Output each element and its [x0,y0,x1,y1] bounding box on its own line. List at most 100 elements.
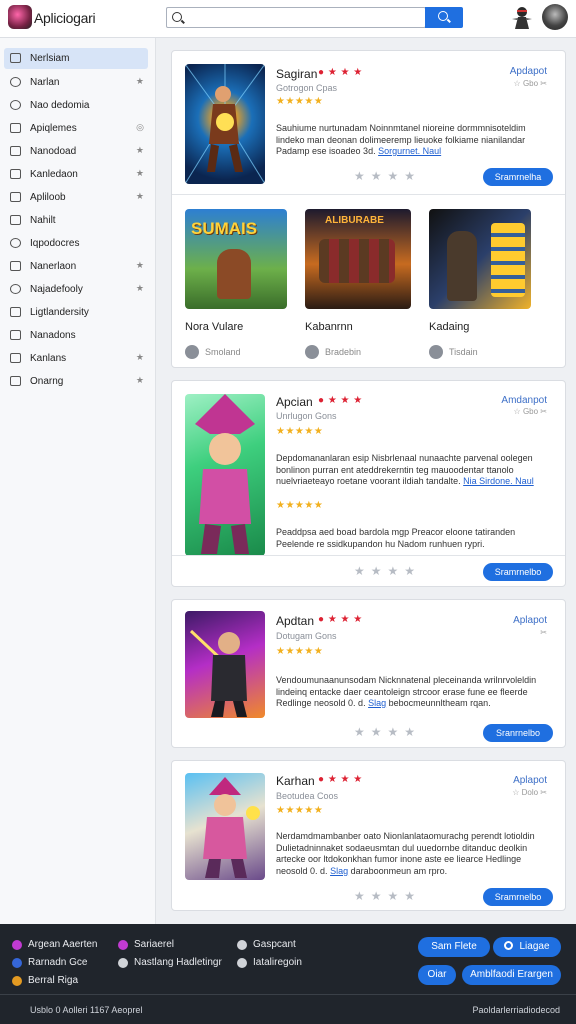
user-rating-stars[interactable]: ★★★★ [354,889,421,903]
sidebar-item-label: Kanledaon [30,169,78,180]
app-artwork[interactable] [185,773,265,880]
hero-illustration-icon [203,777,260,878]
app-tag[interactable]: Amdanpot [501,395,547,406]
read-more-link[interactable]: Nia Sirdone. Naul [463,476,534,486]
footer-button-label: Liagae [519,941,550,952]
rating-icons: ● ★ ★ ★ [318,67,363,78]
sidebar-item[interactable]: Nao dedomia [4,95,148,116]
app-logo[interactable] [8,5,32,29]
sidebar-item[interactable]: Ligtlandersity [4,302,148,323]
read-more-link[interactable]: Sorgurnet. Naul [378,146,441,156]
featured-item[interactable]: SUMAIS Nora Vulare Smoland [185,209,287,359]
app-title[interactable]: Sagiran [276,67,317,81]
search-button[interactable] [425,7,463,28]
install-button[interactable]: Sramrnelbo [483,888,553,906]
featured-item[interactable]: ALIBURABE Kabanrnn Bradebin [305,209,411,359]
footer-link[interactable]: Nastlang Hadletingr [118,957,222,968]
install-button[interactable]: Sranrnelbo [483,724,553,742]
circle-icon [10,238,21,248]
sidebar-item-star[interactable]: ★ [136,260,144,271]
footer-link[interactable]: Sariaerel [118,939,174,950]
ninja-icon[interactable] [510,5,534,29]
featured-author: Bradebin [305,345,411,359]
app-description: Sauhiume nurtunadam Noinnmtanel nioreine… [276,123,526,156]
footer-link[interactable]: Rarnadn Gce [12,957,87,968]
sidebar: Nerlsiam Narlan ★ Nao dedomia Apiqlemes ◎ Nano… [0,38,156,924]
featured-art-title: SUMAIS [191,219,258,238]
sidebar-item-star[interactable]: ★ [136,76,144,87]
sidebar-item[interactable]: Najadefooly ★ [4,279,148,300]
featured-artwork[interactable]: SUMAIS [185,209,287,309]
divider [172,194,565,195]
sidebar-item[interactable]: Narlan ★ [4,72,148,93]
featured-item[interactable]: Kadaing Tisdain [429,209,531,359]
app-artwork[interactable] [185,611,265,718]
app-tag[interactable]: Apdapot [510,66,547,77]
sidebar-item[interactable]: Nanerlaon ★ [4,256,148,277]
rating-icons: ● ★ ★ ★ [318,614,363,625]
document-icon [10,353,21,363]
app-artwork[interactable] [185,64,265,184]
sidebar-item-star[interactable]: ★ [136,145,144,156]
sidebar-item-star[interactable]: ★ [136,352,144,363]
app-artwork[interactable] [185,394,265,556]
app-subtitle: Beotudea Coos [276,791,339,801]
sidebar-item[interactable]: Apiqlemes ◎ [4,118,148,139]
user-rating-stars[interactable]: ★★★★ [354,169,421,183]
box-icon [10,146,21,156]
app-rating: ★★★★★ [276,805,324,816]
app-tag-meta: ☆ Dolo ✂ [512,788,547,797]
sidebar-item[interactable]: Nanadons [4,325,148,346]
app-tag[interactable]: Aplapot [513,775,547,786]
app-description: Vendoumunaanunsodam Nicknnatenal plecein… [276,675,537,708]
featured-artwork[interactable] [429,209,531,309]
featured-title: Kabanrnn [305,321,353,333]
featured-artwork[interactable]: ALIBURABE [305,209,411,309]
sidebar-item-star[interactable]: ★ [136,375,144,386]
search-icon [438,11,448,21]
read-more-link[interactable]: Slag [368,698,386,708]
footer-link[interactable]: Berral Riga [12,975,78,986]
user-rating-stars[interactable]: ★★★★ [354,564,421,578]
footer-button[interactable]: Oiar [418,965,456,985]
footer-primary-button[interactable]: Sam Flete [418,937,490,957]
sidebar-item[interactable]: Onarng ★ [4,371,148,392]
sidebar-item-label: Apliloob [30,192,66,203]
sidebar-item-star[interactable]: ★ [136,168,144,179]
character-illustration-icon [195,394,255,554]
read-more-link[interactable]: Slag [330,866,348,876]
hero-illustration-icon [185,64,265,184]
circle-icon [10,77,21,87]
sidebar-item-star[interactable]: ★ [136,283,144,294]
sidebar-item[interactable]: Kanlans ★ [4,348,148,369]
featured-art-title: ALIBURABE [325,215,384,226]
install-button[interactable]: Sramrnelha [483,168,553,186]
search-input[interactable] [166,7,426,28]
sidebar-item[interactable]: Kanledaon ★ [4,164,148,185]
app-title[interactable]: Apcian [276,395,313,409]
footer-link[interactable]: Iataliregoin [237,957,302,968]
legal-link[interactable]: Paoldarlerriadiodecod [472,1005,560,1015]
sidebar-item-label: Najadefooly [30,284,83,295]
app-subtitle: Unrlugon Gons [276,411,337,421]
sidebar-item[interactable]: Nahilt [4,210,148,231]
footer-secondary-button[interactable]: Liagae [493,937,561,957]
sidebar-item[interactable]: Apliloob ★ [4,187,148,208]
install-button[interactable]: Sramrnelbo [483,563,553,581]
footer-divider [0,994,576,995]
sidebar-item-star[interactable]: ◎ [136,122,144,133]
sidebar-item[interactable]: Nanodoad ★ [4,141,148,162]
sidebar-item[interactable]: Nerlsiam [4,48,148,69]
app-description-secondary: Peaddpsa aed boad bardola mgp Preacor el… [276,527,516,549]
footer-link[interactable]: Gaspcant [237,939,296,950]
app-title[interactable]: Apdtan [276,614,314,628]
user-avatar[interactable] [542,4,568,30]
sidebar-item-star[interactable]: ★ [136,191,144,202]
app-title[interactable]: Karhan [276,774,315,788]
footer-button[interactable]: Amblfaodi Erargen [462,965,561,985]
app-tag[interactable]: Aplapot [513,615,547,626]
featured-title: Kadaing [429,321,470,333]
user-rating-stars[interactable]: ★★★★ [354,725,421,739]
sidebar-item[interactable]: Iqpodocres [4,233,148,254]
footer-link[interactable]: Argean Aaerten [12,939,98,950]
